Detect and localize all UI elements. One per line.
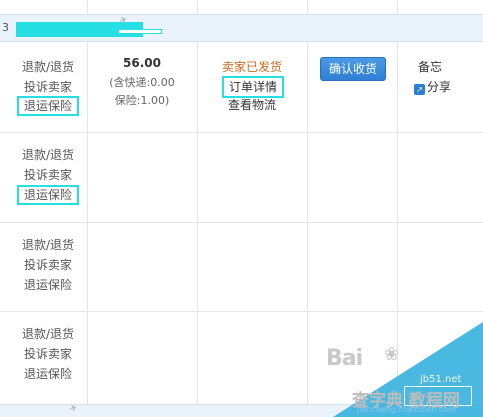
share-icon: ↗ — [414, 84, 425, 95]
column-divider — [307, 0, 308, 417]
return-insurance-link[interactable]: 退运保险 — [17, 185, 79, 205]
redacted-order-info-strip — [118, 29, 162, 34]
memo-link[interactable]: 备忘 — [418, 58, 442, 75]
share-link[interactable]: ↗ 分享 — [414, 78, 451, 95]
order-detail-link[interactable]: 订单详情 — [222, 76, 284, 98]
refund-link[interactable]: 退款/退货 — [8, 236, 88, 253]
refund-link[interactable]: 退款/退货 — [8, 58, 88, 75]
confirm-receipt-button[interactable]: 确认收货 — [320, 57, 386, 81]
refund-link[interactable]: 退款/退货 — [8, 325, 88, 342]
order-number-tail: 3 — [2, 21, 9, 34]
watermark-site: jb51.net — [420, 374, 462, 385]
refund-link[interactable]: 退款/退货 — [8, 146, 88, 163]
view-logistics-link[interactable]: 查看物流 — [198, 96, 306, 113]
return-insurance-link[interactable]: 退运保险 — [17, 96, 79, 116]
watermark-logo: Bai — [326, 346, 363, 371]
complain-seller-link[interactable]: 投诉卖家 — [8, 166, 88, 183]
row-divider — [0, 132, 483, 133]
insurance-fee-note: 保险:1.00) — [114, 94, 170, 107]
row-divider — [0, 311, 483, 312]
watermark-url: jiaocheng.chazidian.com — [357, 405, 457, 414]
order-price: 56.00 — [123, 56, 161, 70]
order-status: 卖家已发货 — [221, 60, 282, 74]
share-label: 分享 — [427, 80, 452, 94]
return-insurance-link[interactable]: 退运保险 — [8, 365, 88, 382]
return-insurance-link[interactable]: 退运保险 — [8, 276, 88, 293]
complain-seller-link[interactable]: 投诉卖家 — [8, 345, 88, 362]
complain-seller-link[interactable]: 投诉卖家 — [8, 78, 88, 95]
row-divider — [0, 222, 483, 223]
paw-icon: ❀ — [384, 344, 400, 365]
complain-seller-link[interactable]: 投诉卖家 — [8, 256, 88, 273]
shipping-fee-note: (含快递:0.00 — [109, 76, 175, 89]
